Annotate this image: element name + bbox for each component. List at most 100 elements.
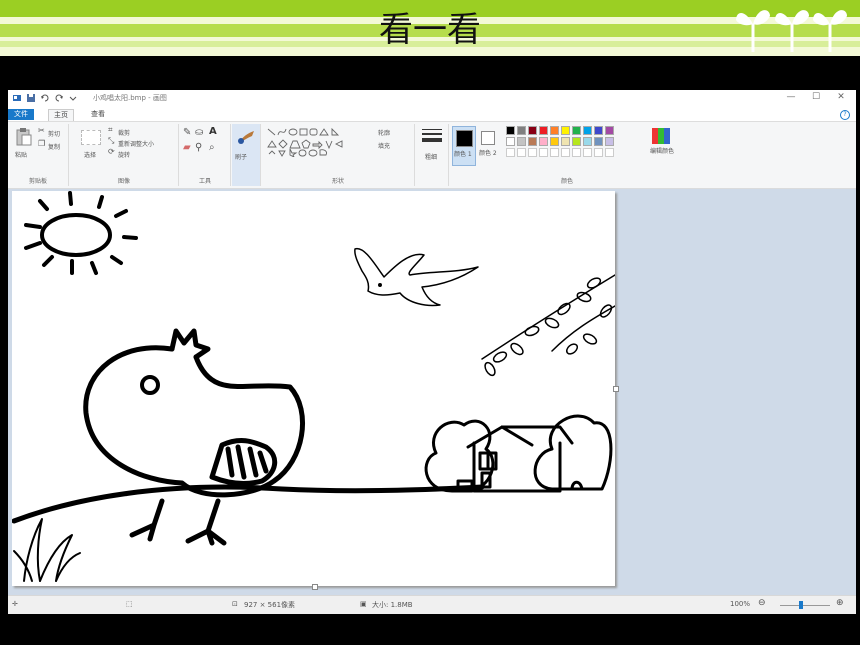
- select-icon: [81, 130, 101, 145]
- selection-size-icon: ⬚: [126, 600, 133, 608]
- palette-swatch[interactable]: [517, 137, 526, 146]
- resize-button[interactable]: 重新调整大小: [118, 139, 154, 148]
- custom-color-slot[interactable]: [528, 148, 537, 157]
- eraser-icon[interactable]: ▰: [183, 142, 191, 153]
- zoom-out-icon[interactable]: ⊖: [758, 598, 766, 608]
- palette-swatch[interactable]: [550, 137, 559, 146]
- help-icon[interactable]: ?: [840, 110, 850, 120]
- palette-swatch[interactable]: [539, 137, 548, 146]
- willow-branch-drawing: [481, 274, 615, 377]
- palette-swatch[interactable]: [594, 126, 603, 135]
- fill-button[interactable]: 填充: [378, 141, 390, 150]
- group-image: 选择 ⌗ 裁剪 ⤡ 重新调整大小 ⟳ 旋转 图像: [70, 124, 179, 186]
- drawing-artwork: [12, 191, 615, 582]
- color-picker-icon[interactable]: ⚲: [195, 142, 202, 153]
- color2-selector[interactable]: 颜色 2: [478, 126, 500, 164]
- canvas-workspace: [8, 189, 856, 595]
- undo-icon[interactable]: [40, 93, 50, 103]
- edit-colors-button[interactable]: 编辑颜色: [650, 146, 674, 155]
- custom-color-slot[interactable]: [594, 148, 603, 157]
- group-colors: 颜色 1 颜色 2 编辑颜色 颜色: [450, 124, 684, 186]
- custom-color-slot[interactable]: [605, 148, 614, 157]
- redo-icon[interactable]: [54, 93, 64, 103]
- custom-color-slot[interactable]: [506, 148, 515, 157]
- shapes-gallery-icon[interactable]: [266, 127, 366, 157]
- custom-color-slot[interactable]: [550, 148, 559, 157]
- palette-swatch[interactable]: [506, 137, 515, 146]
- crop-icon: ⌗: [108, 125, 113, 134]
- maximize-button[interactable]: ☐: [809, 92, 823, 102]
- color1-label: 颜色 1: [454, 151, 472, 158]
- chevron-down-icon[interactable]: [68, 93, 78, 103]
- palette-swatch[interactable]: [583, 137, 592, 146]
- color2-swatch: [481, 131, 495, 145]
- crop-button[interactable]: 裁剪: [118, 128, 130, 137]
- palette-swatch[interactable]: [550, 126, 559, 135]
- custom-color-slot[interactable]: [517, 148, 526, 157]
- group-size: 粗细: [416, 124, 449, 186]
- image-dimensions: 927 × 561像素: [244, 601, 296, 609]
- fill-bucket-icon[interactable]: ⛀: [195, 127, 203, 138]
- paste-button[interactable]: 粘贴: [15, 150, 27, 159]
- color1-selector[interactable]: 颜色 1: [452, 126, 476, 166]
- text-tool-icon[interactable]: A: [209, 126, 217, 137]
- custom-color-slot[interactable]: [583, 148, 592, 157]
- group-shapes: 轮廓 填充 形状: [262, 124, 415, 186]
- palette-swatch[interactable]: [594, 137, 603, 146]
- slide-title: 看一看: [379, 10, 481, 50]
- palette-swatch[interactable]: [583, 126, 592, 135]
- pencil-icon[interactable]: ✎: [183, 127, 191, 138]
- palette-swatch[interactable]: [539, 126, 548, 135]
- zoom-in-icon[interactable]: ⊕: [836, 598, 844, 608]
- cut-button[interactable]: 剪切: [48, 129, 60, 138]
- palette-swatch[interactable]: [517, 126, 526, 135]
- cut-icon: ✂: [38, 126, 45, 135]
- tab-file[interactable]: 文件: [8, 109, 34, 120]
- sprout-decoration-icon: [736, 10, 847, 52]
- palette-swatch[interactable]: [572, 137, 581, 146]
- slide-header: 看一看: [0, 0, 860, 56]
- status-bar: ✛ ⬚ ⊡ 927 × 561像素 ▣ 大小: 1.8MB 100% ⊖ ⊕: [8, 595, 856, 614]
- window-title: 小鸡唱太阳.bmp - 画图: [93, 94, 167, 102]
- resize-handle-right[interactable]: [613, 386, 619, 392]
- tab-view[interactable]: 查看: [86, 109, 110, 120]
- group-clipboard: 粘贴 ✂ 剪切 ❐ 复制 剪贴板: [8, 124, 69, 186]
- custom-color-slot[interactable]: [572, 148, 581, 157]
- palette-swatch[interactable]: [561, 126, 570, 135]
- rotate-button[interactable]: 旋转: [118, 150, 130, 159]
- tab-home[interactable]: 主页: [48, 109, 74, 121]
- size-button[interactable]: 粗细: [425, 152, 437, 161]
- copy-icon: ❐: [38, 139, 46, 148]
- custom-color-slot[interactable]: [539, 148, 548, 157]
- house-drawing: [424, 414, 613, 493]
- palette-swatch[interactable]: [605, 137, 614, 146]
- resize-handle-bottom[interactable]: [312, 584, 318, 590]
- copy-button[interactable]: 复制: [48, 142, 60, 151]
- zoom-slider-track[interactable]: [780, 605, 830, 606]
- brushes-button[interactable]: 刷子: [235, 152, 247, 161]
- select-button[interactable]: 选择: [84, 150, 96, 159]
- palette-swatch[interactable]: [528, 137, 537, 146]
- file-size-icon: ▣: [360, 600, 367, 608]
- palette-swatch[interactable]: [561, 137, 570, 146]
- minimize-button[interactable]: —: [784, 92, 798, 102]
- palette-swatch[interactable]: [506, 126, 515, 135]
- outline-button[interactable]: 轮廓: [378, 128, 390, 137]
- ribbon: 粘贴 ✂ 剪切 ❐ 复制 剪贴板 选择 ⌗ 裁剪 ⤡ 重新调整大小 ⟳ 旋转 图…: [8, 122, 856, 189]
- drawing-canvas[interactable]: [12, 191, 619, 590]
- sun-drawing: [24, 191, 138, 275]
- palette-swatch[interactable]: [572, 126, 581, 135]
- swallow-drawing: [354, 248, 479, 307]
- zoom-slider-thumb[interactable]: [799, 601, 803, 609]
- custom-color-slot[interactable]: [561, 148, 570, 157]
- palette-swatch[interactable]: [605, 126, 614, 135]
- color2-label: 颜色 2: [479, 150, 497, 157]
- save-icon[interactable]: [26, 93, 36, 103]
- clipboard-group-label: 剪贴板: [28, 178, 47, 185]
- cursor-position-icon: ✛: [12, 600, 18, 608]
- palette-swatch[interactable]: [528, 126, 537, 135]
- magnifier-icon[interactable]: ⌕: [209, 142, 215, 153]
- close-button[interactable]: ✕: [834, 92, 848, 102]
- ribbon-tabs: 文件 主页 查看 ?: [8, 108, 856, 122]
- brush-icon: [238, 131, 254, 144]
